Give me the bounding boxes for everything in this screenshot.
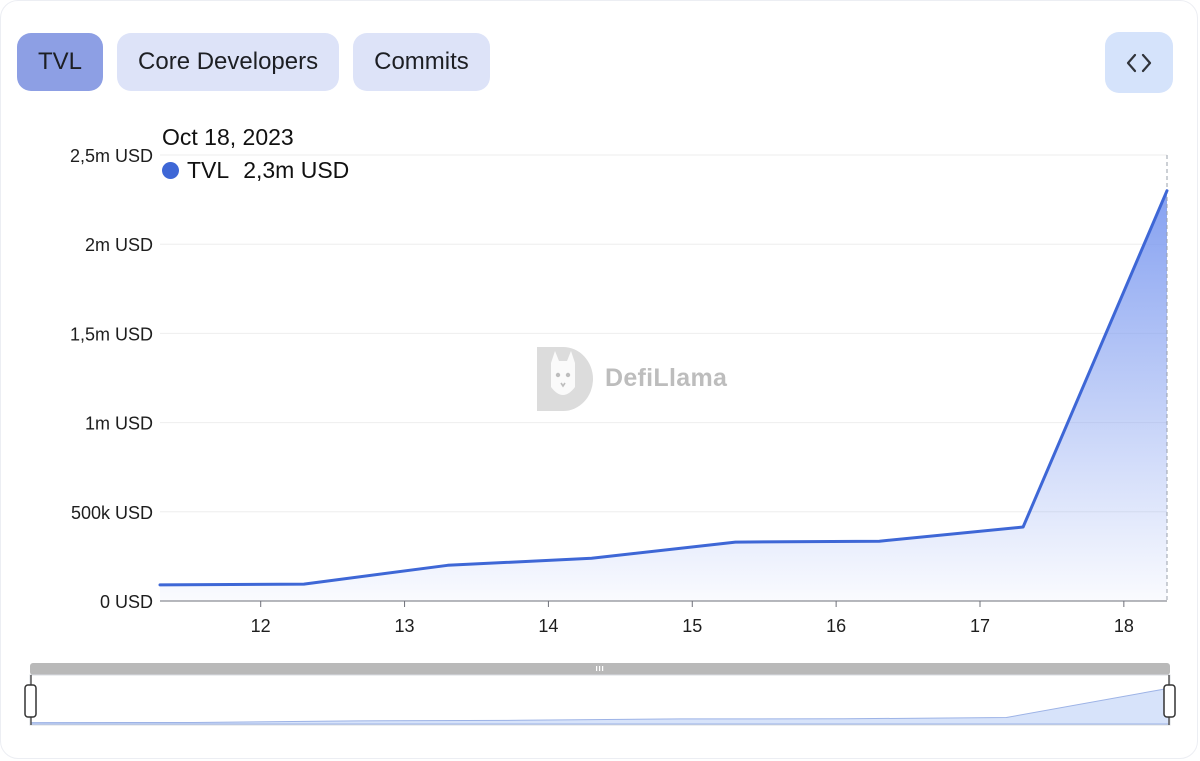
zoom-slider[interactable]: [0, 0, 1200, 761]
zoom-slider-left-handle[interactable]: [24, 684, 37, 718]
zoom-slider-grip-icon: [596, 666, 604, 671]
zoom-slider-right-handle[interactable]: [1163, 684, 1176, 718]
